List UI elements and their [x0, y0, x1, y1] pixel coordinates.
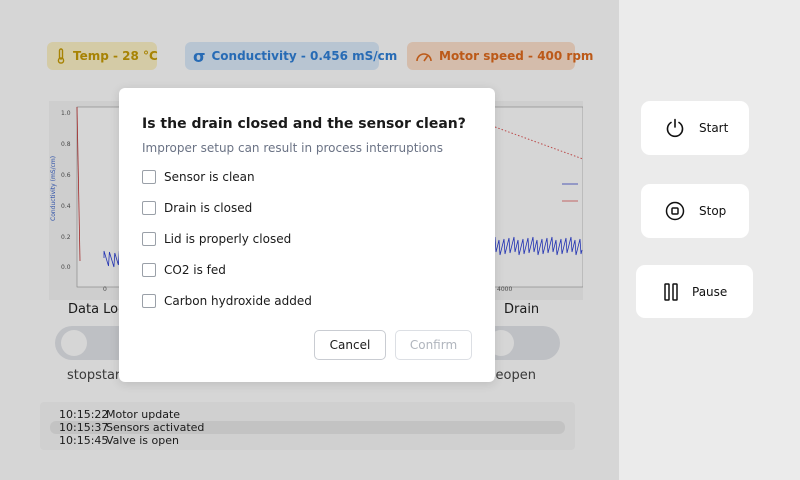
start-label: Start: [699, 121, 729, 135]
check-drain-closed[interactable]: Drain is closed: [142, 200, 252, 216]
checkbox[interactable]: [142, 201, 156, 215]
dialog-subtitle: Improper setup can result in process int…: [142, 141, 443, 155]
pause-button[interactable]: Pause: [636, 265, 753, 318]
control-panel: [619, 0, 800, 480]
check-label: Carbon hydroxide added: [164, 294, 312, 308]
pause-icon: [664, 282, 678, 301]
checkbox[interactable]: [142, 232, 156, 246]
cancel-button[interactable]: Cancel: [314, 330, 386, 360]
stop-button[interactable]: Stop: [641, 184, 749, 238]
check-label: CO2 is fed: [164, 263, 226, 277]
check-sensor-clean[interactable]: Sensor is clean: [142, 169, 255, 185]
pause-label: Pause: [692, 284, 728, 299]
power-icon: [666, 118, 684, 138]
stop-icon: [665, 201, 685, 221]
check-label: Sensor is clean: [164, 170, 255, 184]
check-label: Drain is closed: [164, 201, 253, 215]
check-label: Lid is properly closed: [164, 232, 292, 246]
app-window: Temp - 28 °C σ Conductivity - 0.456 mS/c…: [0, 0, 800, 480]
checkbox[interactable]: [142, 263, 156, 277]
check-carbon-hydroxide[interactable]: Carbon hydroxide added: [142, 293, 312, 309]
checkbox[interactable]: [142, 170, 156, 184]
setup-check-dialog: Is the drain closed and the sensor clean…: [119, 88, 495, 382]
check-lid-closed[interactable]: Lid is properly closed: [142, 231, 291, 247]
dialog-title: Is the drain closed and the sensor clean…: [142, 116, 466, 132]
stop-label: Stop: [699, 204, 727, 218]
checkbox[interactable]: [142, 294, 156, 308]
check-co2-fed[interactable]: CO2 is fed: [142, 262, 226, 278]
start-button[interactable]: Start: [641, 101, 749, 155]
confirm-button[interactable]: Confirm: [395, 330, 472, 360]
